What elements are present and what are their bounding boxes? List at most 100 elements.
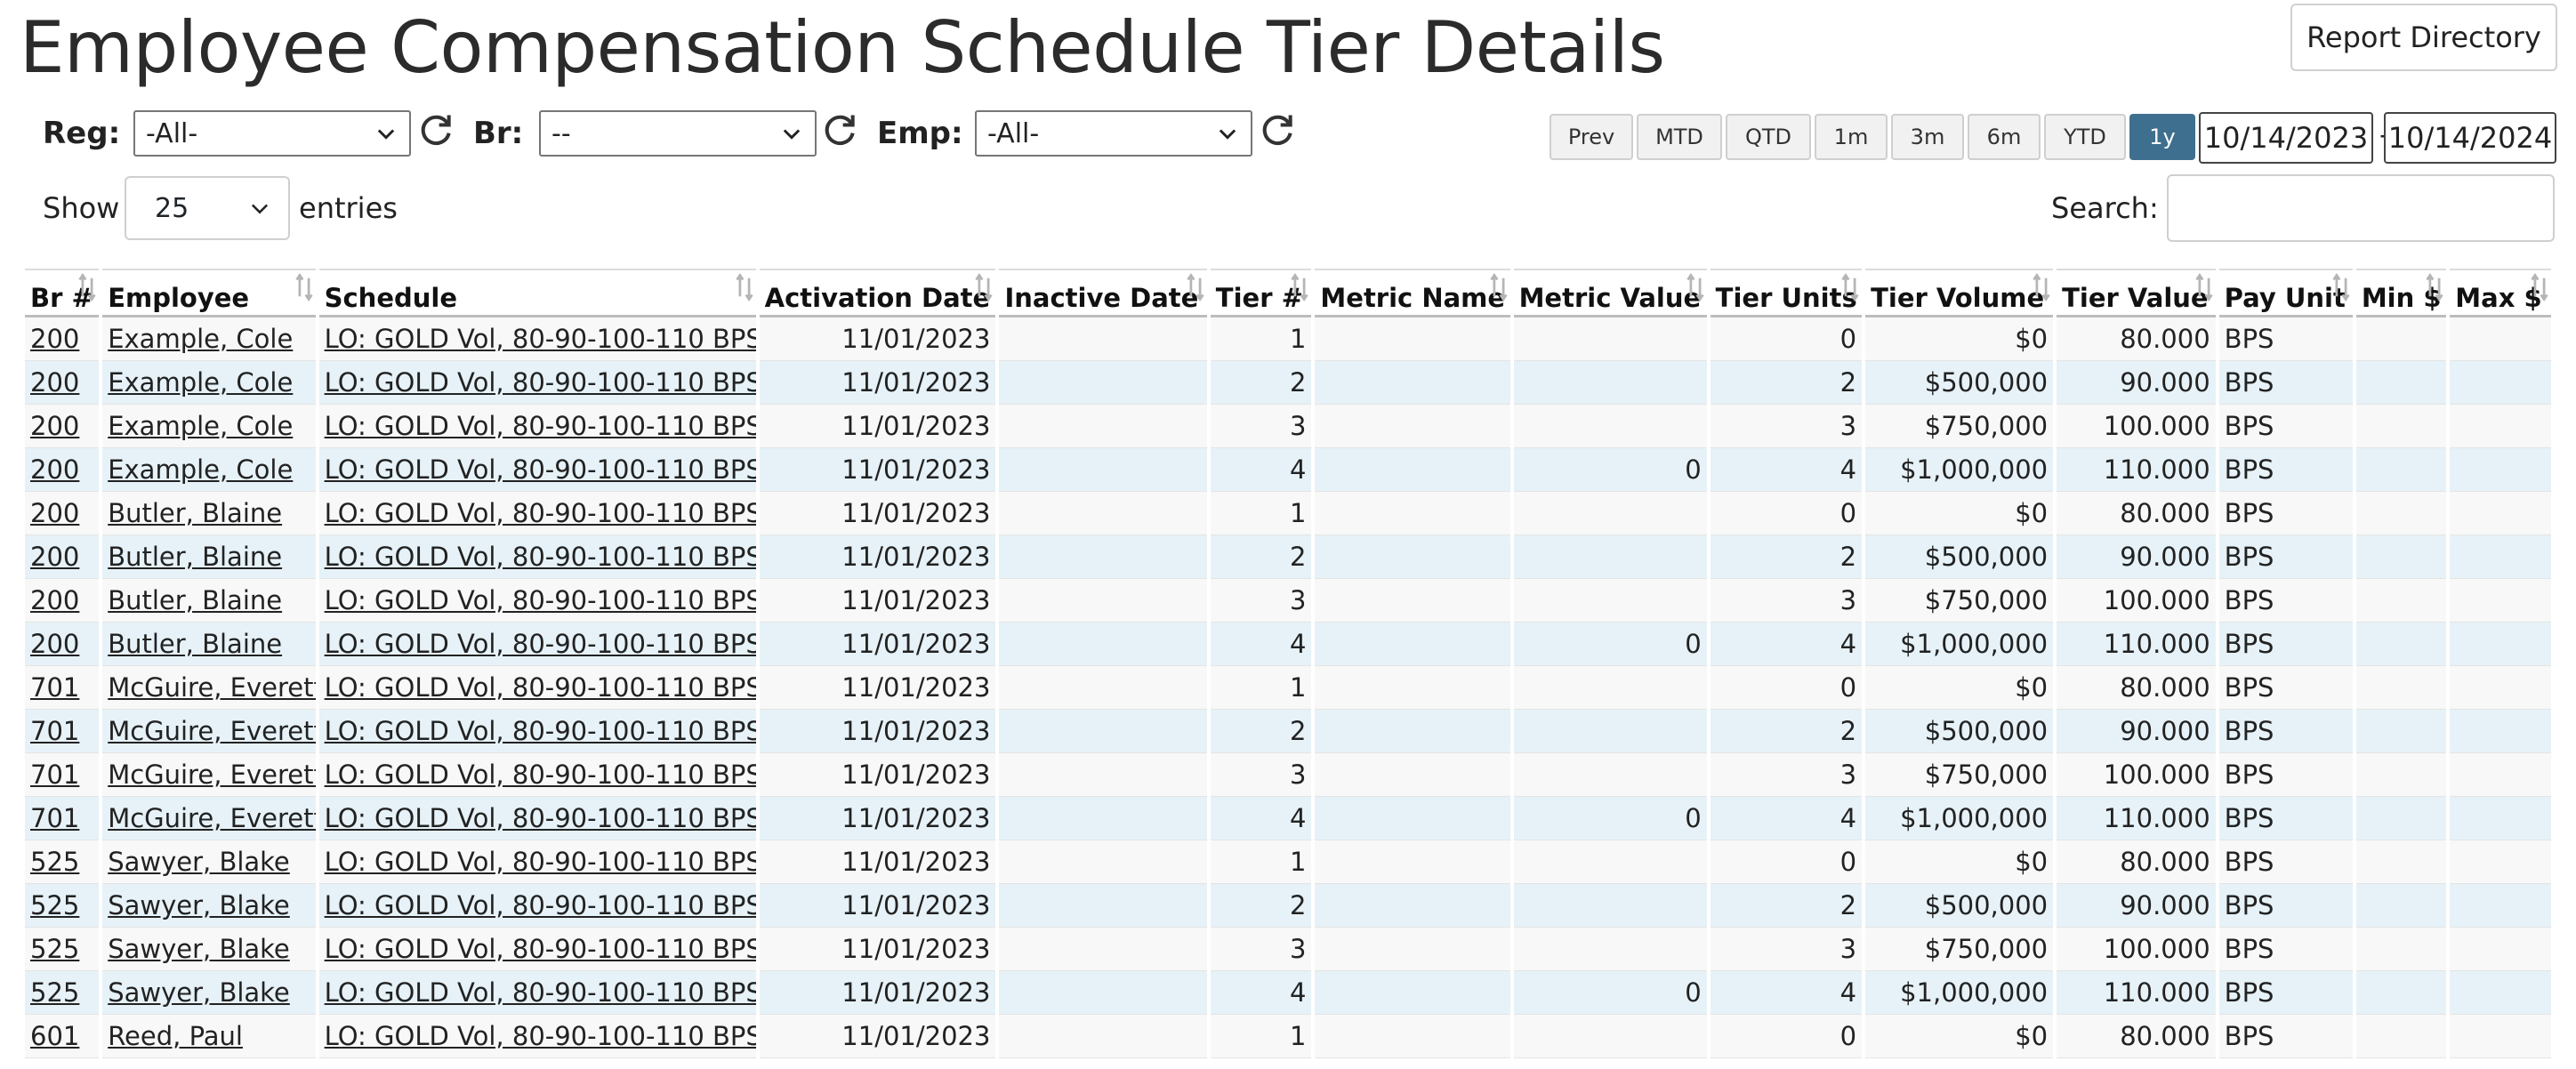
br-link[interactable]: 200 [30, 411, 79, 441]
schedule-link[interactable]: LO: GOLD Vol, 80-90-100-110 BPS [325, 934, 756, 964]
employee-link[interactable]: Sawyer, Blake [108, 847, 290, 877]
column-header-br[interactable]: Br # [25, 269, 100, 317]
cell-tier-units: 0 [1710, 1015, 1863, 1058]
schedule-link[interactable]: LO: GOLD Vol, 80-90-100-110 BPS [325, 716, 756, 746]
br-link[interactable]: 200 [30, 629, 79, 659]
schedule-link[interactable]: LO: GOLD Vol, 80-90-100-110 BPS [325, 890, 756, 920]
schedule-link[interactable]: LO: GOLD Vol, 80-90-100-110 BPS [325, 629, 756, 659]
column-header-schedule[interactable]: Schedule [318, 269, 756, 317]
cell-metric-value [1513, 666, 1707, 710]
reg-select[interactable]: -All- [133, 110, 411, 157]
employee-link[interactable]: Example, Cole [108, 454, 293, 485]
schedule-link[interactable]: LO: GOLD Vol, 80-90-100-110 BPS [325, 803, 756, 833]
schedule-link[interactable]: LO: GOLD Vol, 80-90-100-110 BPS [325, 542, 756, 572]
end-date-input[interactable]: 10/14/2024 [2384, 112, 2556, 164]
column-header-metric-value[interactable]: Metric Value [1513, 269, 1707, 317]
employee-link[interactable]: Butler, Blaine [108, 629, 282, 659]
refresh-icon[interactable] [1258, 110, 1297, 149]
period-button-ytd[interactable]: YTD [2044, 114, 2126, 160]
emp-label: Emp: [877, 116, 963, 151]
period-button-6m[interactable]: 6m [1968, 114, 2041, 160]
br-link[interactable]: 701 [30, 672, 79, 703]
br-link[interactable]: 525 [30, 847, 79, 877]
employee-link[interactable]: Sawyer, Blake [108, 890, 290, 920]
br-link[interactable]: 701 [30, 803, 79, 833]
period-button-3m[interactable]: 3m [1891, 114, 1964, 160]
cell-tier-units: 2 [1710, 361, 1863, 405]
cell-tier-volume: $0 [1865, 840, 2054, 884]
br-link[interactable]: 200 [30, 454, 79, 485]
employee-link[interactable]: Reed, Paul [108, 1021, 243, 1051]
cell-tier-value: 90.000 [2057, 710, 2216, 753]
column-header-min[interactable]: Min $ [2355, 269, 2447, 317]
schedule-link[interactable]: LO: GOLD Vol, 80-90-100-110 BPS [325, 411, 756, 441]
schedule-link[interactable]: LO: GOLD Vol, 80-90-100-110 BPS [325, 367, 756, 398]
schedule-link[interactable]: LO: GOLD Vol, 80-90-100-110 BPS [325, 1021, 756, 1051]
column-header-tier-value[interactable]: Tier Value [2057, 269, 2216, 317]
start-date-input[interactable]: 10/14/2023 [2199, 112, 2373, 164]
entries-select[interactable]: 25 [125, 176, 290, 240]
employee-link[interactable]: Butler, Blaine [108, 585, 282, 615]
column-header-max[interactable]: Max $ [2450, 269, 2551, 317]
schedule-link[interactable]: LO: GOLD Vol, 80-90-100-110 BPS [325, 454, 756, 485]
br-link[interactable]: 601 [30, 1021, 79, 1051]
cell-pay-unit: BPS [2218, 971, 2353, 1015]
refresh-icon[interactable] [820, 110, 859, 149]
period-button-qtd[interactable]: QTD [1726, 114, 1811, 160]
schedule-link[interactable]: LO: GOLD Vol, 80-90-100-110 BPS [325, 760, 756, 790]
br-link[interactable]: 701 [30, 760, 79, 790]
column-header-employee[interactable]: Employee [102, 269, 316, 317]
column-header-label: Schedule [324, 283, 458, 313]
report-directory-button[interactable]: Report Directory [2290, 4, 2557, 71]
employee-link[interactable]: McGuire, Everett [108, 803, 315, 833]
employee-link[interactable]: Example, Cole [108, 411, 293, 441]
employee-link[interactable]: McGuire, Everett [108, 716, 315, 746]
employee-link[interactable]: Example, Cole [108, 367, 293, 398]
refresh-icon[interactable] [416, 110, 455, 149]
schedule-link[interactable]: LO: GOLD Vol, 80-90-100-110 BPS [325, 585, 756, 615]
cell-pay-unit: BPS [2218, 1015, 2353, 1058]
schedule-link[interactable]: LO: GOLD Vol, 80-90-100-110 BPS [325, 324, 756, 354]
cell-pay-unit: BPS [2218, 579, 2353, 623]
schedule-link[interactable]: LO: GOLD Vol, 80-90-100-110 BPS [325, 672, 756, 703]
search-input[interactable] [2167, 174, 2555, 242]
column-header-activation-date[interactable]: Activation Date [759, 269, 996, 317]
cell-tier-volume: $0 [1865, 492, 2054, 535]
column-header-tier-units[interactable]: Tier Units [1710, 269, 1863, 317]
column-header-metric-name[interactable]: Metric Name [1315, 269, 1510, 317]
employee-link[interactable]: McGuire, Everett [108, 760, 315, 790]
employee-link[interactable]: Sawyer, Blake [108, 977, 290, 1008]
br-link[interactable]: 701 [30, 716, 79, 746]
employee-link[interactable]: Butler, Blaine [108, 498, 282, 528]
br-link[interactable]: 525 [30, 890, 79, 920]
br-link[interactable]: 200 [30, 542, 79, 572]
schedule-link[interactable]: LO: GOLD Vol, 80-90-100-110 BPS [325, 977, 756, 1008]
br-link[interactable]: 525 [30, 934, 79, 964]
cell-activation-date: 11/01/2023 [759, 1015, 996, 1058]
br-select[interactable]: -- [539, 110, 817, 157]
br-link[interactable]: 200 [30, 324, 79, 354]
cell-employee: Butler, Blaine [102, 623, 316, 666]
br-link[interactable]: 200 [30, 585, 79, 615]
br-link[interactable]: 200 [30, 498, 79, 528]
cell-schedule: LO: GOLD Vol, 80-90-100-110 BPS [318, 361, 756, 405]
column-header-tier-volume[interactable]: Tier Volume [1865, 269, 2054, 317]
schedule-link[interactable]: LO: GOLD Vol, 80-90-100-110 BPS [325, 498, 756, 528]
schedule-link[interactable]: LO: GOLD Vol, 80-90-100-110 BPS [325, 847, 756, 877]
period-button-prev[interactable]: Prev [1550, 114, 1633, 160]
employee-link[interactable]: Example, Cole [108, 324, 293, 354]
period-button-mtd[interactable]: MTD [1637, 114, 1722, 160]
emp-select[interactable]: -All- [975, 110, 1252, 157]
column-header-tier[interactable]: Tier # [1210, 269, 1312, 317]
column-header-inactive-date[interactable]: Inactive Date [999, 269, 1207, 317]
cell-br: 200 [25, 317, 100, 361]
employee-link[interactable]: Butler, Blaine [108, 542, 282, 572]
employee-link[interactable]: McGuire, Everett [108, 672, 315, 703]
period-button-1m[interactable]: 1m [1815, 114, 1888, 160]
period-button-1y[interactable]: 1y [2129, 114, 2195, 160]
cell-schedule: LO: GOLD Vol, 80-90-100-110 BPS [318, 753, 756, 797]
column-header-pay-unit[interactable]: Pay Unit [2218, 269, 2353, 317]
br-link[interactable]: 200 [30, 367, 79, 398]
br-link[interactable]: 525 [30, 977, 79, 1008]
employee-link[interactable]: Sawyer, Blake [108, 934, 290, 964]
